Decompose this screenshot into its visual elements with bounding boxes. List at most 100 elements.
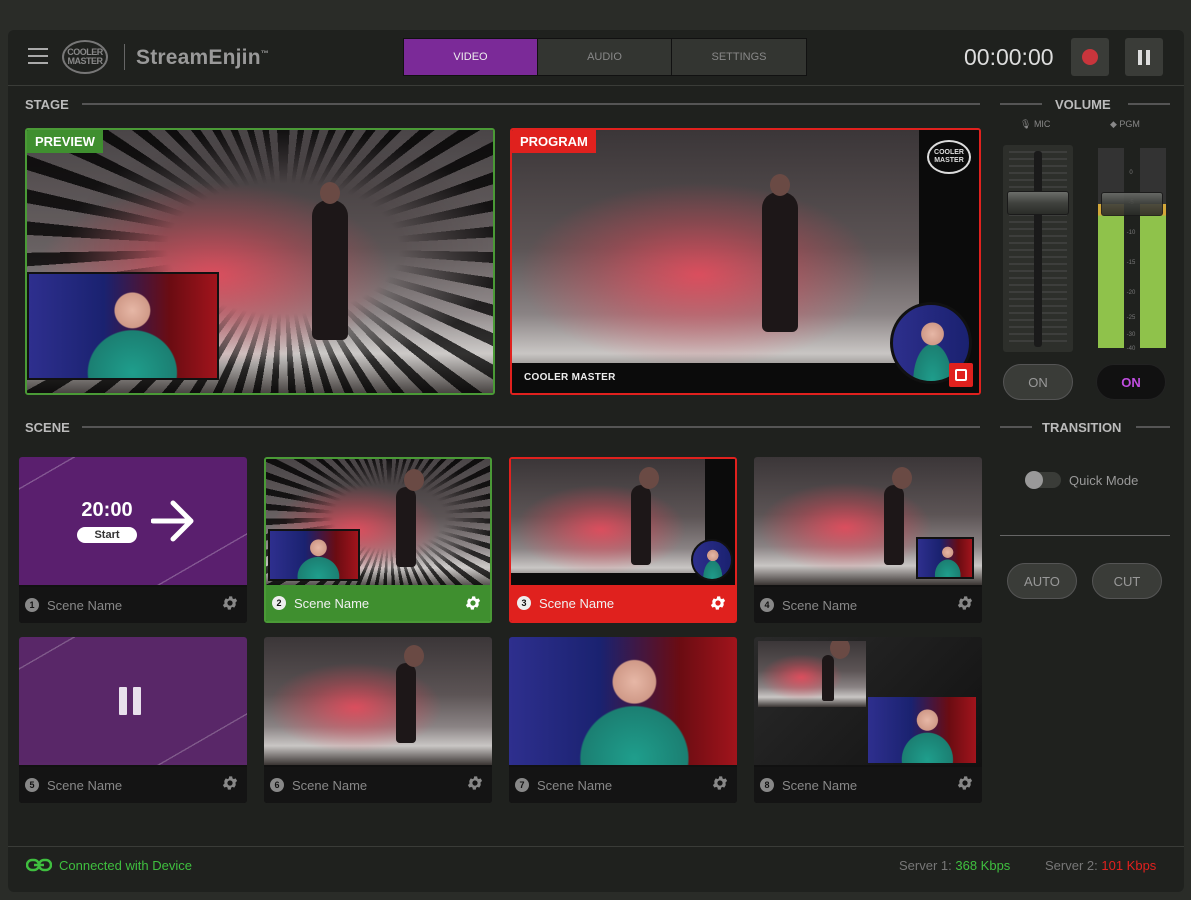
scene-number: 3 xyxy=(517,596,531,610)
scale-tick: -10 xyxy=(1126,230,1136,236)
cut-button[interactable]: CUT xyxy=(1092,563,1162,599)
gear-icon[interactable] xyxy=(221,774,239,792)
server1-status: Server 1: 368 Kbps xyxy=(899,858,1010,873)
fullscreen-icon xyxy=(955,369,967,381)
quick-mode-toggle[interactable] xyxy=(1025,471,1061,489)
scene-thumbnail: 20:00 Start xyxy=(19,457,247,585)
pgm-label: ◆ PGM xyxy=(1110,119,1140,129)
scene-footer: 2 Scene Name xyxy=(266,585,490,621)
mic-label: 🎙 MIC xyxy=(1020,119,1051,129)
gear-icon[interactable] xyxy=(956,774,974,792)
scene-card-8[interactable]: 8 Scene Name xyxy=(754,637,982,803)
pgm-meter-right xyxy=(1140,148,1166,348)
scene-name: Scene Name xyxy=(47,597,123,613)
record-button[interactable] xyxy=(1071,38,1109,76)
scene-name: Scene Name xyxy=(294,595,370,611)
fullscreen-button[interactable] xyxy=(949,363,973,387)
scene-thumbnail xyxy=(19,637,247,765)
tab-video[interactable]: VIDEO xyxy=(404,39,538,75)
cooler-master-logo: COOLER MASTER xyxy=(927,140,971,174)
scene-footer: 4 Scene Name xyxy=(754,587,982,623)
scene-card-5[interactable]: 5 Scene Name xyxy=(19,637,247,803)
scene-number: 2 xyxy=(272,596,286,610)
scene-thumbnail xyxy=(511,459,735,587)
menu-icon[interactable] xyxy=(28,48,48,64)
scene-footer: 1 Scene Name xyxy=(19,587,247,623)
scale-tick: -25 xyxy=(1126,315,1136,321)
connection-status: Connected with Device xyxy=(59,858,192,873)
preview-tag: PREVIEW xyxy=(27,130,103,153)
scene-thumbnail xyxy=(754,457,982,585)
server1-bitrate: 368 Kbps xyxy=(955,858,1011,873)
stage-divider xyxy=(82,103,980,105)
scene-footer: 3 Scene Name xyxy=(511,585,735,621)
scene-thumbnail xyxy=(266,459,490,587)
gear-icon[interactable] xyxy=(466,774,484,792)
scene-name: Scene Name xyxy=(782,777,858,793)
scene-card-4[interactable]: 4 Scene Name xyxy=(754,457,982,623)
scene-divider xyxy=(82,426,980,428)
scene-footer: 7 Scene Name xyxy=(509,767,737,803)
auto-button[interactable]: AUTO xyxy=(1007,563,1077,599)
scene-number: 7 xyxy=(515,778,529,792)
scene-thumbnail xyxy=(264,637,492,765)
mic-fader[interactable] xyxy=(1003,145,1073,352)
scene-number: 5 xyxy=(25,778,39,792)
preview-monitor[interactable]: PREVIEW xyxy=(25,128,495,395)
scene-name: Scene Name xyxy=(539,595,615,611)
transition-title: TRANSITION xyxy=(1042,420,1122,435)
pgm-label-text: PGM xyxy=(1119,119,1140,129)
scene-footer: 5 Scene Name xyxy=(19,767,247,803)
scene-card-1[interactable]: 20:00 Start 1 Scene Name xyxy=(19,457,247,623)
gear-icon[interactable] xyxy=(709,594,727,612)
link-icon xyxy=(26,858,52,872)
stream-timer: 00:00:00 xyxy=(964,44,1054,70)
program-monitor[interactable]: COOLER MASTER COOLER MASTER PROGRAM xyxy=(510,128,981,395)
top-bar: COOLER MASTER StreamEnjin™ VIDEO AUDIO SE… xyxy=(8,30,1184,86)
gear-icon[interactable] xyxy=(221,594,239,612)
footer-divider xyxy=(8,846,1184,847)
mic-label-text: MIC xyxy=(1033,119,1051,129)
scene-footer: 8 Scene Name xyxy=(754,767,982,803)
server2-bitrate: 101 Kbps xyxy=(1101,858,1157,873)
scene-card-7[interactable]: 7 Scene Name xyxy=(509,637,737,803)
start-label: Start xyxy=(77,527,137,543)
program-brand-text: COOLER MASTER xyxy=(524,372,616,383)
pgm-fader-knob[interactable] xyxy=(1101,192,1163,216)
performer-figure xyxy=(762,174,798,332)
scene-name: Scene Name xyxy=(782,597,858,613)
app-title: StreamEnjin™ xyxy=(136,46,269,69)
scene-title: SCENE xyxy=(25,420,70,435)
server2-label: Server 2: xyxy=(1045,858,1098,873)
arrow-right-icon xyxy=(151,500,194,542)
pgm-on-button[interactable]: ON xyxy=(1096,364,1166,400)
scene-number: 6 xyxy=(270,778,284,792)
program-tag: PROGRAM xyxy=(512,130,596,153)
tab-settings[interactable]: SETTINGS xyxy=(672,39,806,75)
logo-divider xyxy=(124,44,125,70)
scene-card-6[interactable]: 6 Scene Name xyxy=(264,637,492,803)
pause-button[interactable] xyxy=(1125,38,1163,76)
pgm-meter-scale: 0 -5 -10 -15 -20 -25 -30 -40 xyxy=(1121,150,1141,352)
scene-card-3[interactable]: 3 Scene Name xyxy=(509,457,737,623)
quick-mode-label: Quick Mode xyxy=(1069,473,1139,488)
scene-card-2[interactable]: 2 Scene Name xyxy=(264,457,492,623)
mic-on-button[interactable]: ON xyxy=(1003,364,1073,400)
scene-footer: 6 Scene Name xyxy=(264,767,492,803)
scene-number: 8 xyxy=(760,778,774,792)
scene-name: Scene Name xyxy=(537,777,613,793)
scene-number: 4 xyxy=(760,598,774,612)
scale-tick: -15 xyxy=(1126,260,1136,266)
gear-icon[interactable] xyxy=(464,594,482,612)
volume-title: VOLUME xyxy=(1055,97,1111,112)
countdown-text: 20:00 xyxy=(81,499,133,521)
server1-label: Server 1: xyxy=(899,858,952,873)
gear-icon[interactable] xyxy=(711,774,729,792)
scene-name: Scene Name xyxy=(292,777,368,793)
scale-tick: 0 xyxy=(1129,170,1133,176)
scene-name: Scene Name xyxy=(47,777,123,793)
webcam-overlay xyxy=(27,272,219,380)
gear-icon[interactable] xyxy=(956,594,974,612)
tab-audio[interactable]: AUDIO xyxy=(538,39,672,75)
mic-fader-knob[interactable] xyxy=(1007,191,1069,215)
